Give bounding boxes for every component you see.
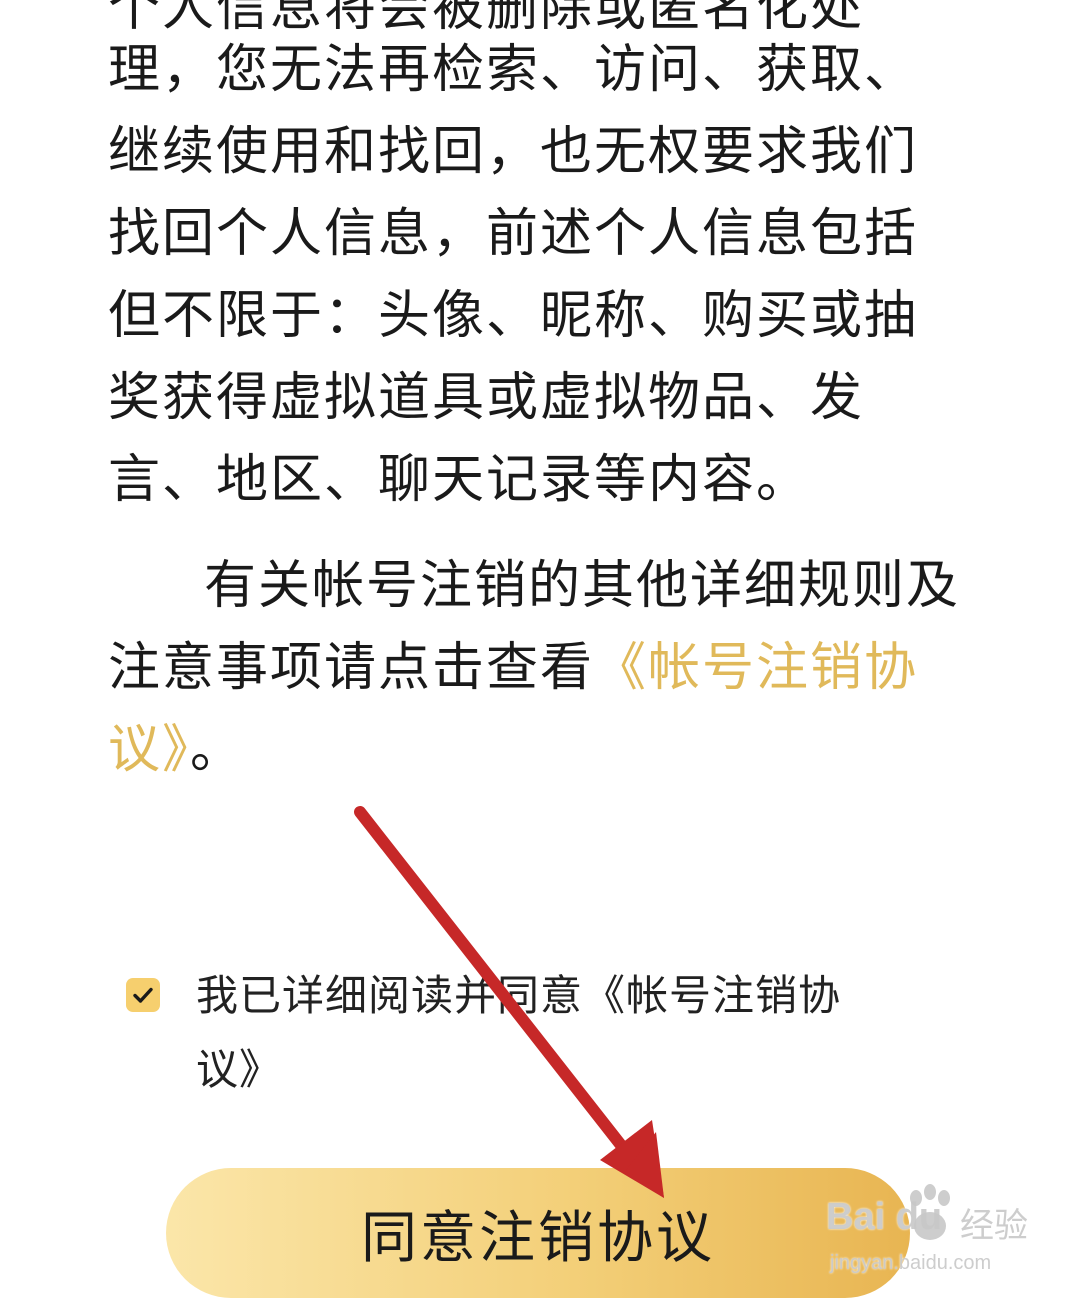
- agree-cancel-button[interactable]: 同意注销协议: [166, 1168, 910, 1298]
- checkmark-icon: [133, 987, 153, 1003]
- article-line: 有关帐号注销的其他详细规则及: [204, 556, 961, 616]
- article-text: 。: [190, 720, 245, 780]
- baidu-jingyan-watermark: Bai du 经验 jingyan.baidu.com: [826, 1180, 1046, 1280]
- agreement-link[interactable]: 议》: [108, 720, 190, 780]
- consent-label[interactable]: 我已详细阅读并同意《帐号注销协: [196, 968, 841, 1024]
- agreement-link[interactable]: 《帐号注销协: [594, 638, 918, 698]
- article-line: 继续使用和找回，也无权要求我们: [108, 122, 919, 182]
- watermark-url: jingyan.baidu.com: [830, 1252, 992, 1274]
- article-line: 奖获得虚拟道具或虚拟物品、发: [108, 368, 865, 428]
- article-line: 言、地区、聊天记录等内容。: [108, 450, 811, 510]
- article-line: 但不限于：头像、昵称、购买或抽: [108, 286, 919, 346]
- paw-icon: [910, 1184, 950, 1240]
- consent-label[interactable]: 议》: [196, 1042, 282, 1098]
- article-line: 议》。: [108, 720, 244, 780]
- article-line: 找回个人信息，前述个人信息包括: [108, 204, 919, 264]
- article-line: 理，您无法再检索、访问、获取、: [108, 40, 919, 100]
- consent-checkbox[interactable]: [126, 978, 160, 1012]
- watermark-jingyan: 经验: [960, 1206, 1028, 1246]
- article-text: 注意事项请点击查看: [108, 638, 595, 698]
- article-line: 注意事项请点击查看《帐号注销协: [108, 638, 918, 698]
- article-line: 个人信息将会被删除或匿名化处: [108, 0, 865, 38]
